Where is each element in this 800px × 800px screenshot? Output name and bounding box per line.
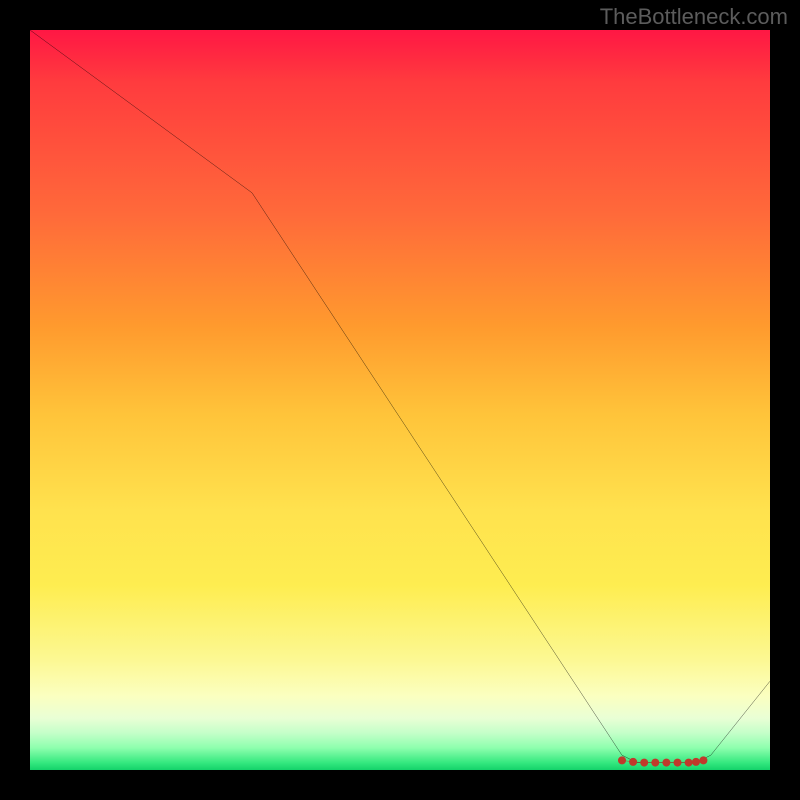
chart-line-layer bbox=[30, 30, 770, 763]
minimum-marker bbox=[699, 756, 707, 764]
minimum-band-markers bbox=[618, 756, 707, 766]
chart-container: TheBottleneck.com bbox=[0, 0, 800, 800]
minimum-marker bbox=[692, 758, 700, 766]
bottleneck-curve-path bbox=[30, 30, 770, 763]
minimum-marker bbox=[685, 759, 693, 767]
minimum-marker bbox=[640, 759, 648, 767]
minimum-marker bbox=[673, 759, 681, 767]
minimum-marker bbox=[629, 758, 637, 766]
minimum-marker bbox=[662, 759, 670, 767]
chart-overlay bbox=[30, 30, 770, 770]
minimum-marker bbox=[618, 756, 626, 764]
watermark-text: TheBottleneck.com bbox=[600, 4, 788, 30]
minimum-marker bbox=[651, 759, 659, 767]
